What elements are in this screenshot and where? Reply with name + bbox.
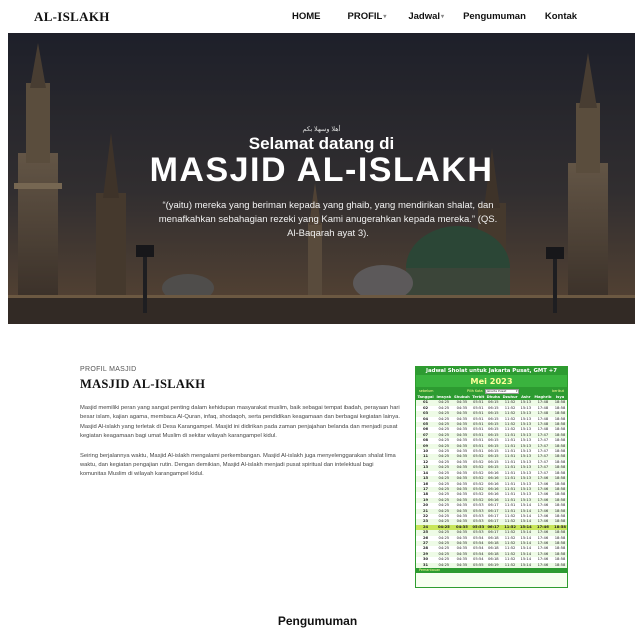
schedule-cell: 15:13 xyxy=(518,476,533,482)
schedule-cell: 05:51 xyxy=(471,411,486,417)
schedule-row: 03 04:25 04:35 05:51 06:15 11:52 15:13 17:48 18:… xyxy=(416,411,567,417)
schedule-cell: 15:14 xyxy=(518,557,533,563)
prayer-schedule-widget: Jadwal Sholat untuk Jakarta Pusat, GMT +… xyxy=(415,366,568,588)
schedule-month: Mei 2023 xyxy=(416,375,567,387)
city-select[interactable]: Jakarta Pusat ▾ xyxy=(484,388,519,394)
schedule-cell: 15:13 xyxy=(518,411,533,417)
hero-arabic-greeting: أهلا وسهلا بكم xyxy=(302,126,341,133)
schedule-cell: 15:14 xyxy=(518,546,533,552)
schedule-table-body: 01 04:25 04:35 05:51 06:15 11:52 15:13 17:48 18:… xyxy=(416,400,567,568)
schedule-row: 23 04:25 04:35 05:53 06:17 11:52 15:14 17:46 18:… xyxy=(416,519,567,525)
schedule-cell: 15:14 xyxy=(518,530,533,536)
schedule-cell: 05:52 xyxy=(471,492,486,498)
schedule-cell: 18:58 xyxy=(553,562,567,568)
schedule-cell: 05:52 xyxy=(471,465,486,471)
schedule-cell: 15:14 xyxy=(518,503,533,509)
schedule-row: 30 04:25 04:35 05:54 06:18 11:52 15:14 17:46 18:… xyxy=(416,557,567,563)
schedule-cell: 05:54 xyxy=(471,557,486,563)
profile-paragraph: Masjid memiliki peran yang sangat pentin… xyxy=(80,405,400,440)
schedule-controls: sebelum Pilih Kota Jakarta Pusat ▾ beriku… xyxy=(416,387,567,395)
schedule-cell: 05:53 xyxy=(471,530,486,536)
schedule-cell: 15:13 xyxy=(518,492,533,498)
hero-banner: أهلا وسهلا بكم Selamat datang di MASJID … xyxy=(8,33,635,324)
schedule-cell: 18:58 xyxy=(553,411,567,417)
schedule-cell: 18:58 xyxy=(553,546,567,552)
city-picker-label: Pilih Kota xyxy=(467,389,483,393)
nav-menu: HOME PROFIL ▾ Jadwal ▾ Pengumuman Kontak xyxy=(292,11,577,22)
nav-item-pengumuman[interactable]: Pengumuman xyxy=(463,11,526,22)
schedule-cell: 05:55 xyxy=(471,562,486,568)
chevron-down-icon: ▾ xyxy=(441,14,445,20)
announcement-heading: Pengumuman xyxy=(277,614,358,628)
schedule-row: 08 04:25 04:35 05:51 06:15 11:51 15:13 17:47 18:… xyxy=(416,438,567,444)
schedule-cell: 15:13 xyxy=(518,438,533,444)
nav-item-kontak[interactable]: Kontak xyxy=(545,11,577,22)
schedule-cell: 05:52 xyxy=(471,476,486,482)
city-select-value: Jakarta Pusat xyxy=(486,388,507,393)
schedule-cell: 18:58 xyxy=(553,492,567,498)
schedule-table: Tanggal Imsyak Shubuh Terbit Dhuha Dzuhur Ashr… xyxy=(416,395,567,568)
schedule-row: 15 04:25 04:35 05:52 06:16 11:51 15:13 17:46 18:… xyxy=(416,476,567,482)
schedule-cell: 05:51 xyxy=(471,438,486,444)
next-month-link[interactable]: berikut xyxy=(552,389,564,393)
schedule-cell: 18:58 xyxy=(553,557,567,563)
schedule-row: 20 04:25 04:35 05:53 06:17 11:51 15:14 17:46 18:… xyxy=(416,503,567,509)
hero-content: أهلا وسهلا بكم Selamat datang di MASJID … xyxy=(8,33,635,324)
profile-title: MASJID AL-ISLAKH xyxy=(80,377,206,391)
schedule-cell: 05:54 xyxy=(471,546,486,552)
schedule-cell: 05:53 xyxy=(471,519,486,525)
schedule-cell: 18:58 xyxy=(553,465,567,471)
city-picker: Pilih Kota Jakarta Pusat ▾ xyxy=(467,388,519,394)
profile-paragraph: Seiring berjalannya waktu, Masjid Al-isl… xyxy=(80,452,396,478)
nav-item-jadwal[interactable]: Jadwal ▾ xyxy=(408,11,444,22)
nav-item-label: PROFIL xyxy=(347,11,383,22)
schedule-cell: 05:53 xyxy=(471,503,486,509)
schedule-cell: 18:58 xyxy=(553,438,567,444)
schedule-cell: 18:58 xyxy=(553,503,567,509)
nav-item-label: Pengumuman xyxy=(463,11,526,22)
schedule-cell: 15:14 xyxy=(518,519,533,525)
schedule-row: 25 04:25 04:35 05:53 06:17 11:52 15:14 17:46 18:… xyxy=(416,530,567,536)
site-brand[interactable]: AL-ISLAKH xyxy=(34,9,110,25)
schedule-row: 13 04:25 04:35 05:52 06:15 11:51 15:13 17:47 18:… xyxy=(416,465,567,471)
schedule-cell: 15:13 xyxy=(518,465,533,471)
nav-item-label: Kontak xyxy=(544,11,578,22)
nav-item-profil[interactable]: PROFIL ▾ xyxy=(348,11,387,22)
hero-quote: “(yaitu) mereka yang beriman kepada yang… xyxy=(158,200,498,239)
schedule-footer: Pemantauan xyxy=(416,568,567,573)
navbar: AL-ISLAKH HOME PROFIL ▾ Jadwal ▾ Pengumuma… xyxy=(0,0,635,33)
profile-label: PROFIL MASJID xyxy=(80,366,137,373)
schedule-header: Jadwal Sholat untuk Jakarta Pusat, GMT +… xyxy=(416,367,567,375)
schedule-cell: 15:14 xyxy=(518,562,533,568)
schedule-row: 28 04:25 04:35 05:54 06:18 11:52 15:14 17:46 18:… xyxy=(416,546,567,552)
nav-item-label: HOME xyxy=(292,11,321,22)
profile-section: PROFIL MASJID MASJID AL-ISLAKH Masjid me… xyxy=(80,366,400,480)
schedule-cell: 18:58 xyxy=(553,530,567,536)
chevron-down-icon: ▾ xyxy=(516,388,518,393)
nav-item-home[interactable]: HOME xyxy=(292,11,321,22)
chevron-down-icon: ▾ xyxy=(383,14,387,20)
hero-title: MASJID AL-ISLAKH xyxy=(149,151,494,189)
schedule-cell: 18:58 xyxy=(553,519,567,525)
schedule-row: 18 04:25 04:35 05:52 06:16 11:51 15:13 17:46 18:… xyxy=(416,492,567,498)
nav-item-label: Jadwal xyxy=(408,11,441,22)
prev-month-link[interactable]: sebelum xyxy=(419,389,434,393)
schedule-cell: 18:58 xyxy=(553,476,567,482)
